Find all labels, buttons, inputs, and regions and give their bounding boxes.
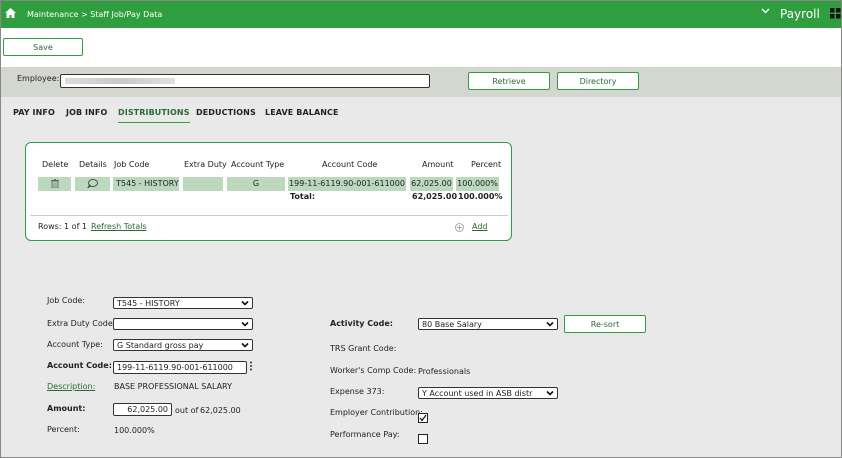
extra-duty-label: Extra Duty Code: xyxy=(47,319,116,328)
directory-button[interactable]: Directory xyxy=(557,72,639,90)
distribution-grid: Delete Details Job Code Extra Duty Accou… xyxy=(25,142,512,241)
amount-label: Amount: xyxy=(47,404,86,413)
check-icon xyxy=(419,414,427,422)
grid-account-code: 199-11-6119.90-001-611000 xyxy=(288,177,406,191)
amount-input[interactable]: 62,025.00 xyxy=(113,403,172,416)
description-link[interactable]: Description: xyxy=(47,382,95,391)
chevron-down-icon xyxy=(241,299,249,308)
performance-pay-checkbox[interactable] xyxy=(418,434,428,444)
col-details: Details xyxy=(79,160,107,169)
job-code-select[interactable]: T545 - HISTORY xyxy=(113,297,253,309)
grid-divider xyxy=(30,215,508,216)
refresh-totals-link[interactable]: Refresh Totals xyxy=(91,222,147,231)
add-icon[interactable] xyxy=(455,223,464,234)
add-link[interactable]: Add xyxy=(472,222,488,231)
tab-job-info[interactable]: JOB INFO xyxy=(66,108,107,117)
retrieve-button[interactable]: Retrieve xyxy=(468,72,550,90)
col-percent: Percent xyxy=(471,160,502,169)
chevron-down-icon xyxy=(241,320,249,329)
resort-button[interactable]: Re-sort xyxy=(564,315,646,333)
delete-icon[interactable] xyxy=(38,177,71,191)
description-value: BASE PROFESSIONAL SALARY xyxy=(114,382,232,391)
grid-amount: 62,025.00 xyxy=(410,177,453,191)
tab-leave-balance[interactable]: LEAVE BALANCE xyxy=(265,108,339,117)
save-button[interactable]: Save xyxy=(3,38,83,56)
col-delete: Delete xyxy=(42,160,69,169)
expense-373-label: Expense 373: xyxy=(330,387,385,396)
account-type-select[interactable]: G Standard gross pay xyxy=(113,339,253,351)
chevron-down-icon xyxy=(241,341,249,350)
employee-label: Employee: xyxy=(17,74,60,83)
performance-pay-label: Performance Pay: xyxy=(330,430,400,439)
details-icon[interactable] xyxy=(75,177,110,191)
account-code-input[interactable]: 199-11-6119.90-001-611000 xyxy=(113,361,247,374)
grid-extra-duty xyxy=(183,177,223,191)
expense-373-select[interactable]: Y Account used in ASB distr xyxy=(418,387,558,399)
grid-menu-icon[interactable] xyxy=(830,8,841,21)
job-code-label: Job Code: xyxy=(47,296,86,305)
account-type-label: Account Type: xyxy=(47,340,103,349)
extra-duty-select[interactable] xyxy=(113,318,253,330)
top-bar: Maintenance > Staff Job/Pay Data Payroll xyxy=(1,1,841,28)
grid-job-code: T545 - HISTORY xyxy=(113,177,179,191)
workers-comp-label: Worker's Comp Code: xyxy=(330,366,417,375)
tab-deductions[interactable]: DEDUCTIONS xyxy=(196,108,256,117)
rows-count: Rows: 1 of 1 xyxy=(38,222,88,231)
col-account-code: Account Code xyxy=(322,160,378,169)
percent-value: 100.000% xyxy=(114,426,155,435)
workers-comp-value: Professionals xyxy=(418,367,471,376)
tab-distributions[interactable]: DISTRIBUTIONS xyxy=(118,108,190,123)
out-of-text: out of xyxy=(175,406,199,415)
activity-code-select[interactable]: 80 Base Salary xyxy=(418,318,558,330)
total-label: Total: xyxy=(290,192,316,201)
employee-value-redacted xyxy=(65,78,175,84)
out-of-value: 62,025.00 xyxy=(200,406,241,415)
chevron-down-icon xyxy=(546,389,554,398)
employer-contribution-label: Employer Contribution: xyxy=(330,408,423,417)
breadcrumb: Maintenance > Staff Job/Pay Data xyxy=(27,10,163,19)
account-code-label: Account Code: xyxy=(47,361,112,370)
activity-code-label: Activity Code: xyxy=(330,319,393,328)
tab-pay-info[interactable]: PAY INFO xyxy=(13,108,55,117)
col-amount: Amount xyxy=(422,160,454,169)
more-options-icon[interactable] xyxy=(249,361,253,373)
percent-label: Percent: xyxy=(47,425,80,434)
app-title[interactable]: Payroll xyxy=(780,7,820,21)
chevron-down-icon[interactable] xyxy=(761,6,770,18)
grid-account-type: G xyxy=(227,177,285,191)
col-job-code: Job Code xyxy=(114,160,150,169)
employer-contribution-checkbox[interactable] xyxy=(418,413,428,423)
home-icon[interactable] xyxy=(5,8,16,20)
col-extra-duty: Extra Duty xyxy=(184,160,227,169)
trs-grant-code-label: TRS Grant Code: xyxy=(330,344,397,353)
total-amount: 62,025.00 xyxy=(412,192,458,201)
toolbar xyxy=(1,28,841,67)
col-account-type: Account Type xyxy=(231,160,285,169)
total-percent: 100.000% xyxy=(458,192,503,201)
grid-percent: 100.000% xyxy=(456,177,499,191)
chevron-down-icon xyxy=(546,320,554,329)
